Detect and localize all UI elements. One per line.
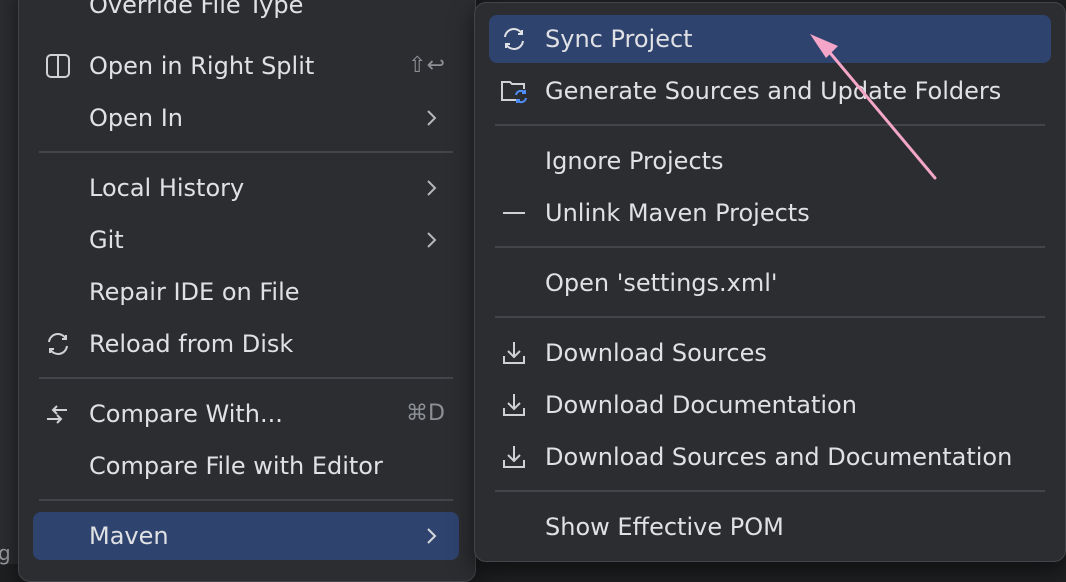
menu-item-label: Unlink Maven Projects [545, 199, 810, 227]
menu-separator [495, 124, 1045, 126]
menu-separator [39, 151, 453, 153]
chevron-right-icon [421, 230, 441, 250]
menu-item-open-in-right-split[interactable]: Open in Right Split ⇧↩ [33, 42, 459, 90]
menu-item-label: Override File Type [89, 0, 304, 19]
menu-item-label: Download Sources [545, 339, 767, 367]
chevron-right-icon [421, 178, 441, 198]
reload-icon [43, 329, 73, 359]
split-icon [43, 51, 73, 81]
shortcut-label: ⇧↩ [408, 53, 445, 78]
menu-item-download-documentation[interactable]: Download Documentation [489, 381, 1051, 429]
maven-submenu: Sync Project Generate Sources and Update… [474, 2, 1066, 562]
menu-item-generate-sources[interactable]: Generate Sources and Update Folders [489, 67, 1051, 115]
menu-item-label: Open in Right Split [89, 52, 315, 80]
menu-item-label: Reload from Disk [89, 330, 294, 358]
menu-item-label: Open In [89, 104, 184, 132]
menu-item-reload-from-disk[interactable]: Reload from Disk [33, 320, 459, 368]
menu-separator [495, 316, 1045, 318]
menu-item-show-effective-pom[interactable]: Show Effective POM [489, 503, 1051, 551]
menu-item-label: Compare With... [89, 400, 283, 428]
sync-icon [499, 24, 529, 54]
menu-item-label: Open 'settings.xml' [545, 269, 778, 297]
menu-item-label: Download Sources and Documentation [545, 443, 1013, 471]
chevron-right-icon [421, 108, 441, 128]
menu-item-label: Ignore Projects [545, 147, 724, 175]
download-icon [499, 338, 529, 368]
download-icon [499, 390, 529, 420]
menu-item-label: Local History [89, 174, 245, 202]
menu-separator [39, 499, 453, 501]
menu-item-download-sources[interactable]: Download Sources [489, 329, 1051, 377]
menu-separator [39, 377, 453, 379]
menu-item-sync-project[interactable]: Sync Project [489, 15, 1051, 63]
menu-item-label: Git [89, 226, 124, 254]
chevron-right-icon [421, 526, 441, 546]
shortcut-label: ⌘D [406, 401, 445, 426]
menu-item-unlink-maven-projects[interactable]: Unlink Maven Projects [489, 189, 1051, 237]
menu-item-label: Sync Project [545, 25, 693, 53]
menu-item-git[interactable]: Git [33, 216, 459, 264]
menu-item-repair-ide-on-file[interactable]: Repair IDE on File [33, 268, 459, 316]
menu-separator [495, 490, 1045, 492]
menu-item-label: Show Effective POM [545, 513, 784, 541]
menu-item-label: Repair IDE on File [89, 278, 300, 306]
menu-item-maven[interactable]: Maven [33, 512, 459, 560]
menu-item-label: Compare File with Editor [89, 452, 383, 480]
minus-icon [499, 198, 529, 228]
menu-item-override-file-type[interactable]: Override File Type [33, 0, 459, 29]
menu-item-label: Download Documentation [545, 391, 857, 419]
menu-item-compare-with[interactable]: Compare With... ⌘D [33, 390, 459, 438]
background-text-fragment: g [0, 541, 11, 565]
menu-item-label: Generate Sources and Update Folders [545, 77, 1002, 105]
menu-item-open-settings-xml[interactable]: Open 'settings.xml' [489, 259, 1051, 307]
menu-item-ignore-projects[interactable]: Ignore Projects [489, 137, 1051, 185]
compare-icon [43, 399, 73, 429]
menu-item-label: Maven [89, 522, 169, 550]
folder-sync-icon [499, 76, 529, 106]
menu-separator [495, 246, 1045, 248]
menu-item-open-in[interactable]: Open In [33, 94, 459, 142]
context-menu: Override File Type Open in Right Split ⇧… [18, 0, 476, 582]
menu-item-local-history[interactable]: Local History [33, 164, 459, 212]
menu-item-compare-file-with-editor[interactable]: Compare File with Editor [33, 442, 459, 490]
menu-item-download-sources-and-documentation[interactable]: Download Sources and Documentation [489, 433, 1051, 481]
download-icon [499, 442, 529, 472]
background-window [0, 0, 19, 564]
